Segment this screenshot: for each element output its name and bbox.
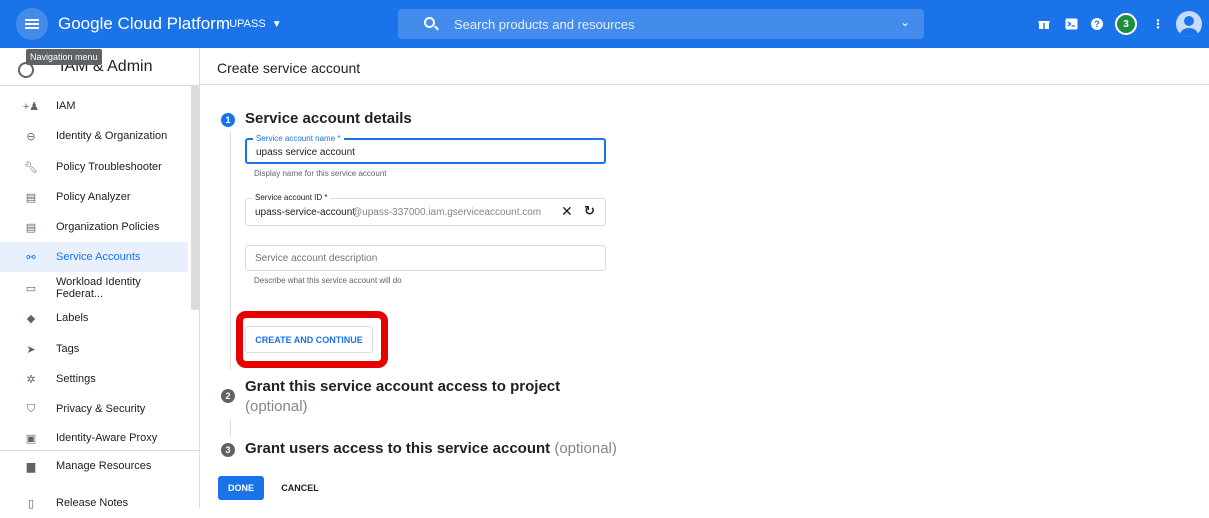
field-suffix: @upass-337000.iam.gserviceaccount.com [352, 207, 542, 218]
sidebar-item-label: Privacy & Security [56, 403, 146, 415]
sidebar-item-labels[interactable]: ◆ Labels [0, 303, 188, 333]
field-value[interactable]: upass service account [256, 147, 355, 158]
sidebar-item-label: Identity & Organization [56, 130, 168, 142]
step-3-title: Grant users access to this service accou… [245, 440, 617, 457]
id-card-icon: ▭ [25, 282, 37, 295]
navigation-menu-tooltip: Navigation menu [26, 49, 102, 65]
refresh-icon[interactable]: ↻ [584, 203, 595, 219]
field-hint: Describe what this service account will … [254, 276, 402, 285]
sidebar-item-identity-organization[interactable]: ⊖ Identity & Organization [0, 121, 188, 151]
wrench-icon: 🔧︎ [24, 161, 38, 174]
sidebar-item-policy-troubleshooter[interactable]: 🔧︎ Policy Troubleshooter [0, 152, 188, 182]
document-search-icon: ▤ [25, 191, 37, 204]
cloud-shell-icon[interactable] [1062, 15, 1080, 33]
step-connector [230, 132, 231, 370]
sidebar-item-organization-policies[interactable]: ▤ Organization Policies [0, 212, 188, 242]
cancel-button[interactable]: CANCEL [273, 476, 327, 500]
step-1-title: Service account details [245, 110, 412, 127]
sidebar-scrollbar[interactable] [191, 86, 199, 310]
step-1-badge: 1 [221, 113, 235, 127]
project-icon: ⁘ [216, 18, 226, 31]
close-icon[interactable]: ✕ [561, 203, 573, 220]
hamburger-icon [25, 19, 39, 29]
step-3-title-text: Grant users access to this service accou… [245, 440, 551, 457]
sidebar-item-tags[interactable]: ➤ Tags [0, 334, 188, 364]
shield-icon: ⛉ [26, 402, 36, 415]
sidebar-item-label: IAM [56, 100, 76, 112]
folder-icon: ▆ [26, 460, 36, 473]
proxy-icon: ▣ [25, 432, 37, 445]
search-input[interactable] [454, 9, 874, 39]
sidebar: IAM & Admin +♟ IAM ⊖ Identity & Organiza… [0, 48, 200, 510]
step-2-badge: 2 [221, 389, 235, 403]
field-label: Service account name * [253, 134, 344, 143]
divider [200, 84, 1209, 85]
step-3-badge: 3 [221, 443, 235, 457]
navigation-menu-button[interactable] [16, 8, 48, 40]
tag-icon: ➤ [26, 343, 36, 356]
field-hint: Display name for this service account [254, 169, 387, 178]
sidebar-item-workload-identity[interactable]: ▭ Workload Identity Federat... [0, 273, 188, 303]
sidebar-item-label: Labels [56, 312, 89, 324]
sidebar-item-label: Settings [56, 373, 96, 385]
person-add-icon: +♟ [22, 100, 40, 113]
sidebar-item-label: Service Accounts [56, 251, 141, 263]
step-2-title: Grant this service account access to pro… [245, 378, 561, 395]
more-vert-icon[interactable]: ⋮ [1149, 15, 1167, 33]
field-value[interactable]: upass-service-account [255, 207, 355, 218]
sidebar-item-label: Tags [56, 343, 80, 355]
sidebar-item-policy-analyzer[interactable]: ▤ Policy Analyzer [0, 182, 188, 212]
sidebar-item-label: Policy Troubleshooter [56, 161, 162, 173]
service-account-description-field[interactable] [245, 245, 606, 271]
service-account-icon: ⚯ [26, 251, 36, 264]
article-icon: ▤ [25, 221, 37, 234]
sidebar-item-label: Identity-Aware Proxy [56, 432, 158, 444]
create-and-continue-button[interactable]: CREATE AND CONTINUE [245, 326, 373, 353]
page-title: Create service account [217, 60, 361, 76]
service-account-name-field[interactable]: Service account name * upass service acc… [245, 134, 606, 164]
gear-icon: ✲ [26, 373, 36, 386]
search-bar[interactable]: ⌄ [398, 9, 924, 39]
sidebar-item-label: Release Notes [56, 497, 129, 509]
label-icon: ◆ [26, 312, 36, 325]
description-input[interactable] [255, 250, 595, 266]
sidebar-item-label: Manage Resources [56, 460, 152, 472]
search-icon [424, 17, 435, 28]
top-bar: Google Cloud Platform ⁘ UPASS ▼ ⌄ ? 3 ⋮ [0, 0, 1209, 48]
chevron-down-icon[interactable]: ⌄ [900, 16, 910, 28]
done-button[interactable]: DONE [218, 476, 264, 500]
product-name[interactable]: Google Cloud Platform [58, 14, 230, 34]
sidebar-item-privacy-security[interactable]: ⛉ Privacy & Security [0, 394, 188, 424]
sidebar-item-release-notes[interactable]: ▯ Release Notes [0, 488, 188, 518]
sidebar-item-label: Policy Analyzer [56, 191, 131, 203]
sidebar-item-identity-aware-proxy[interactable]: ▣ Identity-Aware Proxy [0, 423, 188, 453]
service-account-id-field[interactable]: Service account ID * upass-service-accou… [245, 193, 606, 226]
sidebar-item-manage-resources[interactable]: ▆ Manage Resources [0, 451, 188, 481]
project-name: UPASS [229, 18, 266, 30]
step-connector [230, 420, 231, 436]
svg-text:?: ? [1094, 19, 1100, 29]
gift-icon[interactable] [1035, 15, 1053, 33]
avatar[interactable] [1176, 11, 1202, 37]
step-3-optional: (optional) [554, 440, 617, 457]
sidebar-item-service-accounts[interactable]: ⚯ Service Accounts [0, 242, 188, 272]
project-selector[interactable]: ⁘ UPASS ▼ [216, 13, 282, 35]
account-circle-icon: ⊖ [26, 130, 36, 143]
caret-down-icon: ▼ [271, 18, 282, 30]
divider [0, 85, 200, 86]
notifications-badge[interactable]: 3 [1115, 13, 1137, 35]
sidebar-item-label: Workload Identity Federat... [56, 276, 141, 300]
sidebar-item-settings[interactable]: ✲ Settings [0, 364, 188, 394]
field-label: Service account ID * [252, 193, 331, 202]
help-icon[interactable]: ? [1088, 15, 1106, 33]
sidebar-item-label: Organization Policies [56, 221, 160, 233]
sidebar-item-iam[interactable]: +♟ IAM [0, 91, 188, 121]
step-2-optional: (optional) [245, 398, 308, 415]
